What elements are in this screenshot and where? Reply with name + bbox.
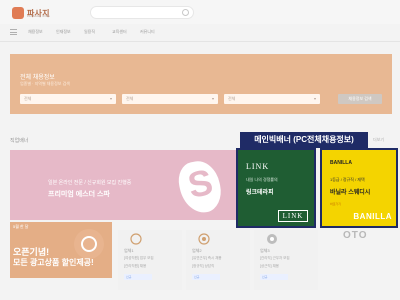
link-description: 내일 나의 경쟁률의: [246, 177, 278, 182]
link-brand-text: LINK: [246, 162, 270, 171]
panel-title: 전체 채용정보: [20, 75, 55, 81]
nav-item-jobs[interactable]: 채용정보: [28, 29, 43, 35]
business-title: 업체2: [192, 248, 202, 253]
promo-headline: 프리미엄 에스더 스파: [48, 191, 110, 198]
nav-item-daily[interactable]: 일용직: [84, 29, 95, 35]
nav-item-community[interactable]: 커뮤니티: [140, 29, 155, 35]
business-text: [여성직원] 업무 모집: [124, 256, 154, 260]
page-root: 파사지 PASSAGE JOBS 채용정보 인재정보 일용직 교육센터 커뮤니티…: [0, 0, 400, 300]
region-select-value: 전체: [24, 96, 32, 101]
chevron-down-icon: ▾: [313, 96, 316, 101]
business-text: [관리직] 근무자 모집: [260, 256, 290, 260]
banilla-business-name: 바닐라 스웨디시: [330, 190, 371, 196]
banner-card-banilla-swedish[interactable]: BANILLA 1등급 / 정규직 / 재택 바닐라 스웨디시 바로가기 BAN…: [320, 148, 398, 228]
nav-item-education[interactable]: 교육센터: [112, 29, 127, 35]
business-text-secondary: [관리직원] 채용: [124, 264, 147, 268]
spa-s-logo-icon: [175, 157, 225, 217]
banilla-cta-link[interactable]: 바로가기: [330, 202, 341, 206]
category-select-value: 전체: [126, 96, 134, 101]
banilla-description: 1등급 / 정규직 / 재택: [330, 177, 365, 182]
ad-subheadline: 모든 광고상품 할인제공!: [13, 258, 94, 267]
business-text: [유연근무] 즉시 채용: [192, 256, 222, 260]
annotation-label: 메인빅배너 (PC전체채용정보): [240, 132, 368, 148]
main-nav: 채용정보 인재정보 일용직 교육센터 커뮤니티: [0, 24, 400, 42]
business-tag-badge: 신규: [260, 274, 288, 280]
panel-subtitle: 업종별 · 지역별 채용정보 검색: [20, 81, 70, 86]
chevron-down-icon: ▾: [211, 96, 214, 101]
company-logo-icon: [262, 232, 282, 244]
business-tag-badge: 신규: [192, 274, 220, 280]
banilla-logo: BANILLA: [353, 212, 392, 221]
search-input[interactable]: [98, 9, 184, 17]
promo-subtext: 일본 온라인 전문 / 신규회원 모집 진행중: [48, 180, 132, 186]
hamburger-menu-icon[interactable]: [10, 29, 17, 35]
badge-icon: [74, 229, 104, 259]
search-icon[interactable]: [182, 9, 189, 16]
business-text-secondary: [상근직] 채용: [260, 264, 280, 268]
section-title: 직업배너: [10, 138, 29, 144]
promo-banner-spa[interactable]: 일본 온라인 전문 / 신규회원 모집 진행중 프리미엄 에스더 스파: [10, 150, 236, 220]
banner-card-link-therapy[interactable]: LINK 내일 나의 경쟁률의 링크테라피 LINK: [236, 148, 316, 228]
job-search-panel: 전체 채용정보 업종별 · 지역별 채용정보 검색 전체 ▾ 전체 ▾ 전체 ▾…: [10, 54, 392, 114]
ad-small-text: 5월 한 달: [13, 224, 29, 229]
company-logo-icon: [126, 232, 146, 245]
logo-subtitle: PASSAGE JOBS: [27, 14, 50, 18]
logo-mark-icon: [12, 7, 24, 19]
open-discount-ad-card[interactable]: 5월 한 달 오픈기념! 모든 광고상품 할인제공!: [10, 222, 112, 278]
company-logo-icon: [194, 232, 214, 245]
header: 파사지 PASSAGE JOBS: [0, 0, 400, 24]
link-logo-box: LINK: [278, 210, 308, 222]
business-tag-badge: 신규: [124, 274, 152, 280]
business-card[interactable]: 업체2 [유연근무] 즉시 채용 [정규직] 상담직 신규: [186, 230, 250, 290]
business-card[interactable]: 업체3 [관리직] 근무자 모집 [상근직] 채용 신규: [254, 230, 318, 290]
search-button[interactable]: 채용정보 검색: [338, 94, 382, 104]
business-text-secondary: [정규직] 상담직: [192, 264, 215, 268]
nav-item-talent[interactable]: 인재정보: [56, 29, 71, 35]
business-title: 업체1: [124, 248, 134, 253]
search-box[interactable]: [90, 6, 194, 19]
business-card[interactable]: 업체1 [여성직원] 업무 모집 [관리직원] 채용 신규: [118, 230, 182, 290]
business-title: 업체3: [260, 248, 270, 253]
banilla-brand-text: BANILLA: [330, 160, 352, 166]
section-more-link[interactable]: 더보기: [373, 137, 384, 143]
oto-logo[interactable]: OTO: [343, 230, 367, 241]
type-select[interactable]: 전체 ▾: [224, 94, 320, 104]
chevron-down-icon: ▾: [109, 96, 112, 101]
region-select[interactable]: 전체 ▾: [20, 94, 116, 104]
type-select-value: 전체: [228, 96, 236, 101]
link-business-name: 링크테라피: [246, 190, 274, 196]
category-select[interactable]: 전체 ▾: [122, 94, 218, 104]
